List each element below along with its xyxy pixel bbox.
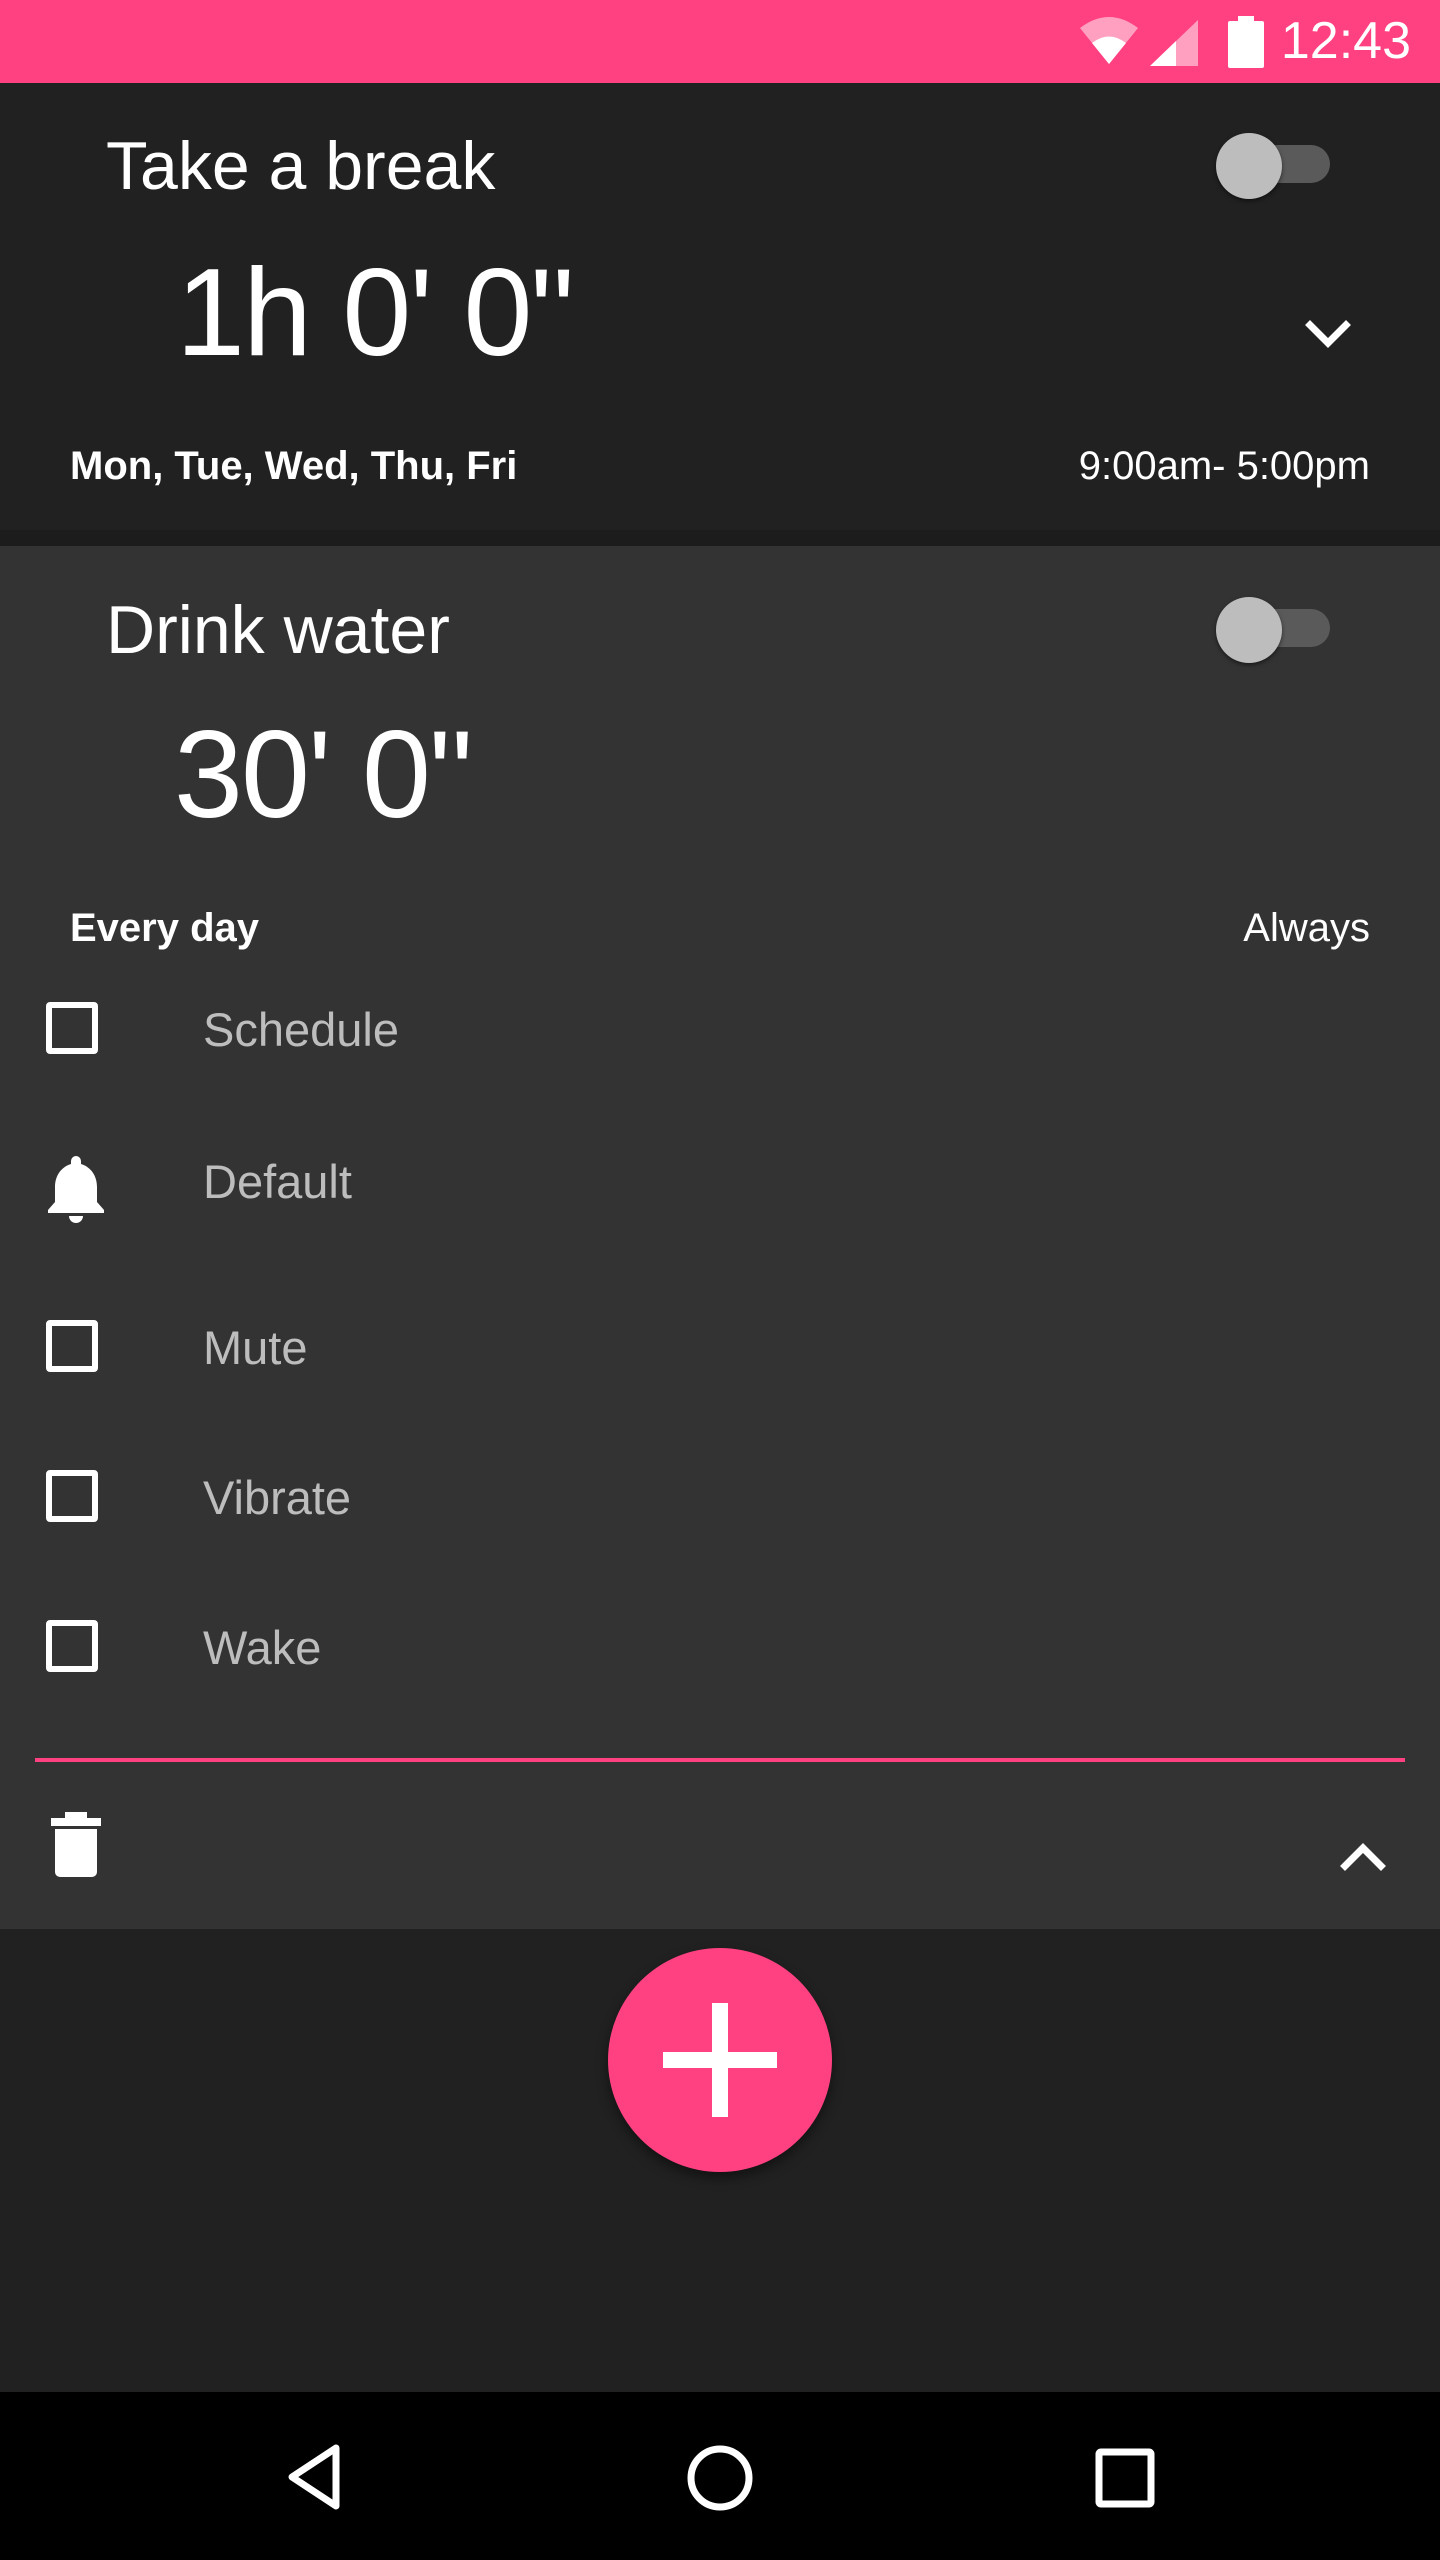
add-alarm-button[interactable] — [608, 1948, 832, 2172]
alarm-hours: 9:00am- 5:00pm — [1078, 444, 1370, 488]
alarm-days: Mon, Tue, Wed, Thu, Fri — [70, 444, 518, 488]
recents-icon[interactable] — [1095, 2448, 1155, 2508]
vibrate-checkbox[interactable] — [46, 1470, 98, 1522]
option-schedule[interactable]: Schedule — [0, 962, 1440, 1092]
option-label: Wake — [203, 1621, 322, 1674]
option-label: Vibrate — [203, 1471, 352, 1524]
cell-signal-icon — [1150, 20, 1198, 66]
option-label: Default — [203, 1155, 352, 1208]
alarm-title: Take a break — [106, 128, 496, 204]
option-vibrate[interactable]: Vibrate — [0, 1430, 1440, 1570]
back-icon[interactable] — [284, 2443, 344, 2511]
alarm-card-drink-water[interactable]: Drink water 30' 0" Every day Always Sche… — [0, 546, 1440, 1929]
status-bar: 12:43 — [0, 0, 1440, 83]
battery-icon — [1228, 16, 1264, 68]
alarm-enable-switch[interactable] — [1216, 597, 1332, 663]
schedule-checkbox[interactable] — [46, 1002, 98, 1054]
option-label: Mute — [203, 1321, 308, 1374]
trash-icon[interactable] — [48, 1810, 104, 1878]
alarm-duration: 30' 0" — [174, 706, 473, 844]
alarm-hours: Always — [1243, 906, 1370, 950]
chevron-down-icon[interactable] — [1300, 307, 1356, 363]
wifi-icon — [1080, 17, 1138, 64]
accent-divider — [35, 1758, 1405, 1762]
option-wake[interactable]: Wake — [0, 1580, 1440, 1720]
alarm-days: Every day — [70, 906, 260, 950]
alarm-duration: 1h 0' 0" — [176, 244, 574, 382]
option-mute[interactable]: Mute — [0, 1280, 1440, 1420]
home-icon[interactable] — [686, 2444, 754, 2512]
wake-checkbox[interactable] — [46, 1620, 98, 1672]
status-time: 12:43 — [1280, 12, 1411, 70]
alarm-card-take-a-break[interactable]: Take a break 1h 0' 0" Mon, Tue, Wed, Thu… — [0, 83, 1440, 535]
alarm-enable-switch[interactable] — [1216, 133, 1332, 199]
bell-icon[interactable] — [40, 1152, 112, 1224]
chevron-up-icon[interactable] — [1335, 1836, 1391, 1876]
navigation-bar — [0, 2392, 1440, 2560]
option-default[interactable]: Default — [0, 1108, 1440, 1258]
mute-checkbox[interactable] — [46, 1320, 98, 1372]
card-divider — [0, 530, 1440, 546]
option-label: Schedule — [203, 1003, 399, 1056]
alarm-title: Drink water — [106, 592, 450, 668]
